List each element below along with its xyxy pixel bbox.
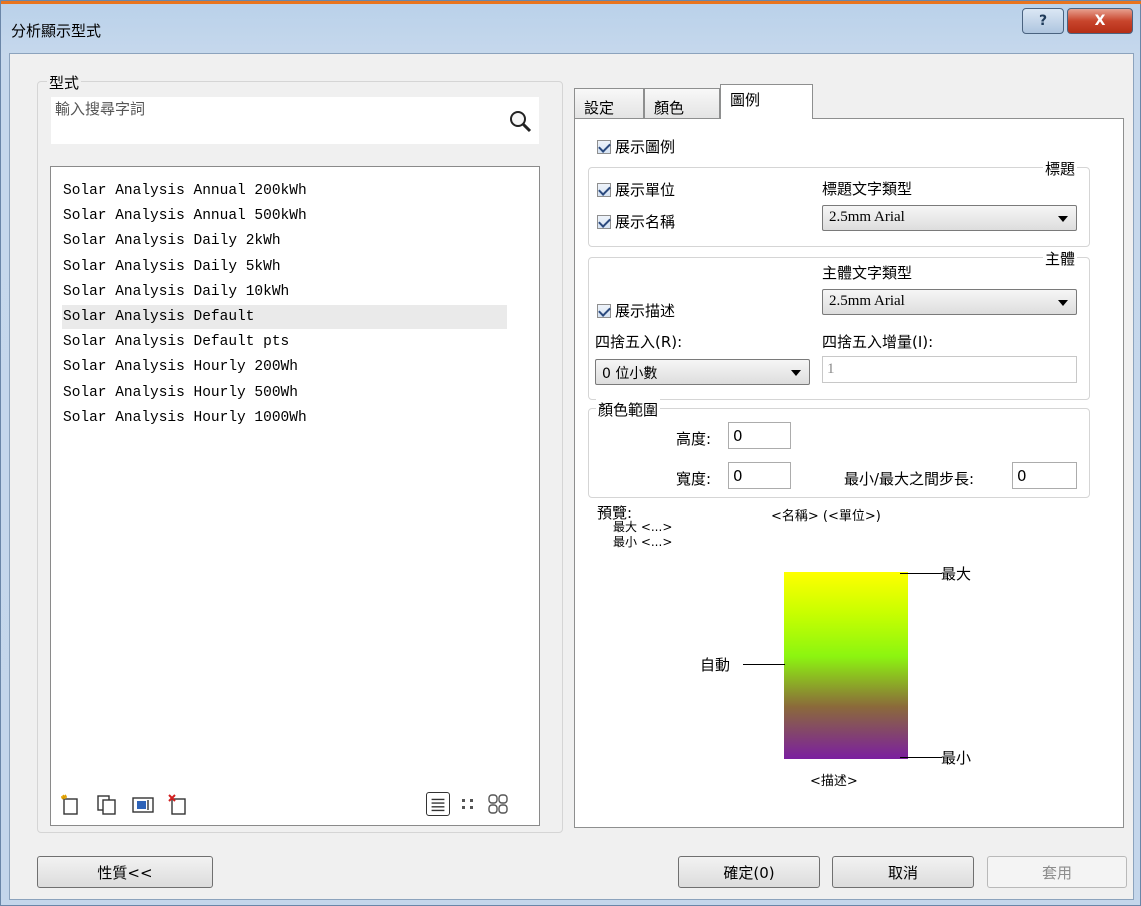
style-toolbar (60, 794, 190, 818)
dialog-window: 分析顯示型式 ? X 型式 輸入搜尋字詞 Solar Analysis Annu… (0, 0, 1141, 906)
color-range-group-label: 顏色範圍 (596, 399, 661, 420)
list-item[interactable]: Solar Analysis Hourly 1000Wh (63, 406, 307, 430)
tab-legend[interactable]: 圖例 (720, 84, 813, 119)
search-field[interactable]: 輸入搜尋字詞 (50, 96, 540, 145)
apply-button[interactable]: 套用 (987, 856, 1127, 888)
dialog-client: 型式 輸入搜尋字詞 Solar Analysis Annual 200kWh So… (9, 53, 1134, 900)
preview-min-text: 最小 <...> (613, 535, 673, 549)
height-label: 高度: (676, 430, 712, 448)
list-item[interactable]: Solar Analysis Hourly 500Wh (63, 381, 298, 405)
list-item[interactable]: Solar Analysis Default pts (63, 330, 289, 354)
show-name-label: 展示名稱 (615, 213, 676, 231)
preview-header-text: <名稱> (<單位>) (771, 509, 881, 524)
legend-description-label: <描述> (810, 774, 858, 789)
help-button[interactable]: ? (1022, 8, 1064, 34)
legend-max-label: 最大 (941, 565, 972, 583)
styles-list[interactable]: Solar Analysis Annual 200kWh Solar Analys… (50, 166, 540, 826)
title-font-label: 標題文字類型 (822, 180, 913, 198)
duplicate-style-icon[interactable] (96, 794, 118, 816)
large-icons-view-icon[interactable] (486, 792, 510, 816)
chevron-down-icon (791, 370, 801, 376)
rounding-increment-label: 四捨五入增量(I): (822, 333, 934, 351)
step-label: 最小/最大之間步長: (844, 470, 975, 488)
new-style-icon[interactable] (60, 794, 82, 816)
cancel-button[interactable]: 取消 (832, 856, 974, 888)
properties-toggle-button[interactable]: 性質<< (37, 856, 213, 888)
rounding-dropdown[interactable]: 0 位小數 (595, 359, 810, 385)
auto-tick-line (743, 664, 785, 665)
show-legend-label: 展示圖例 (615, 138, 676, 156)
checkbox-box (597, 303, 611, 318)
body-font-dropdown[interactable]: 2.5mm Arial (822, 289, 1077, 315)
checkbox-box (597, 182, 611, 197)
show-legend-checkbox[interactable]: 展示圖例 (597, 136, 675, 157)
tab-color[interactable]: 顏色 (644, 88, 720, 119)
view-mode-toolbar (426, 792, 510, 816)
show-name-checkbox[interactable]: 展示名稱 (597, 211, 675, 232)
title-font-dropdown[interactable]: 2.5mm Arial (822, 205, 1077, 231)
show-units-checkbox[interactable]: 展示單位 (597, 179, 675, 200)
close-button[interactable]: X (1067, 8, 1133, 34)
rounding-label: 四捨五入(R): (595, 333, 683, 351)
styles-group-label: 型式 (47, 72, 82, 93)
search-icon[interactable] (507, 109, 533, 135)
search-placeholder: 輸入搜尋字詞 (55, 100, 146, 118)
checkbox-box (597, 214, 611, 229)
title-font-value: 2.5mm Arial (829, 209, 905, 225)
list-item[interactable]: Solar Analysis Daily 5kWh (63, 255, 281, 279)
body-font-label: 主體文字類型 (822, 264, 913, 282)
list-item[interactable]: Solar Analysis Hourly 200Wh (63, 355, 298, 379)
chevron-down-icon (1058, 300, 1068, 306)
rounding-increment-input[interactable]: 1 (822, 356, 1077, 383)
list-item[interactable]: Solar Analysis Annual 500kWh (63, 204, 307, 228)
list-item[interactable]: Solar Analysis Default (62, 305, 507, 329)
small-icons-view-icon[interactable] (456, 792, 480, 816)
height-input[interactable]: 0 (728, 422, 791, 449)
chevron-down-icon (1058, 216, 1068, 222)
max-tick-line (900, 573, 942, 574)
width-input[interactable]: 0 (728, 462, 791, 489)
legend-auto-label: 自動 (700, 656, 731, 674)
show-units-label: 展示單位 (615, 181, 676, 199)
tab-settings[interactable]: 設定 (574, 88, 644, 119)
window-title: 分析顯示型式 (11, 22, 102, 40)
list-item[interactable]: Solar Analysis Daily 10kWh (63, 280, 289, 304)
title-bar[interactable]: 分析顯示型式 ? X (1, 4, 1141, 52)
checkbox-box (597, 139, 611, 154)
ok-button[interactable]: 確定(0) (678, 856, 820, 888)
legend-min-label: 最小 (941, 749, 972, 767)
list-item[interactable]: Solar Analysis Annual 200kWh (63, 179, 307, 203)
show-description-label: 展示描述 (615, 302, 676, 320)
body-font-value: 2.5mm Arial (829, 293, 905, 309)
title-group-label: 標題 (1043, 158, 1078, 179)
rounding-value: 0 位小數 (602, 366, 658, 382)
show-description-checkbox[interactable]: 展示描述 (597, 300, 675, 321)
step-input[interactable]: 0 (1012, 462, 1077, 489)
min-tick-line (900, 757, 942, 758)
delete-style-icon[interactable] (168, 794, 190, 816)
rename-style-icon[interactable] (132, 794, 154, 816)
legend-color-gradient (784, 572, 908, 759)
list-item[interactable]: Solar Analysis Daily 2kWh (63, 229, 281, 253)
list-view-icon[interactable] (426, 792, 450, 816)
width-label: 寬度: (676, 470, 712, 488)
body-group-label: 主體 (1043, 248, 1078, 269)
